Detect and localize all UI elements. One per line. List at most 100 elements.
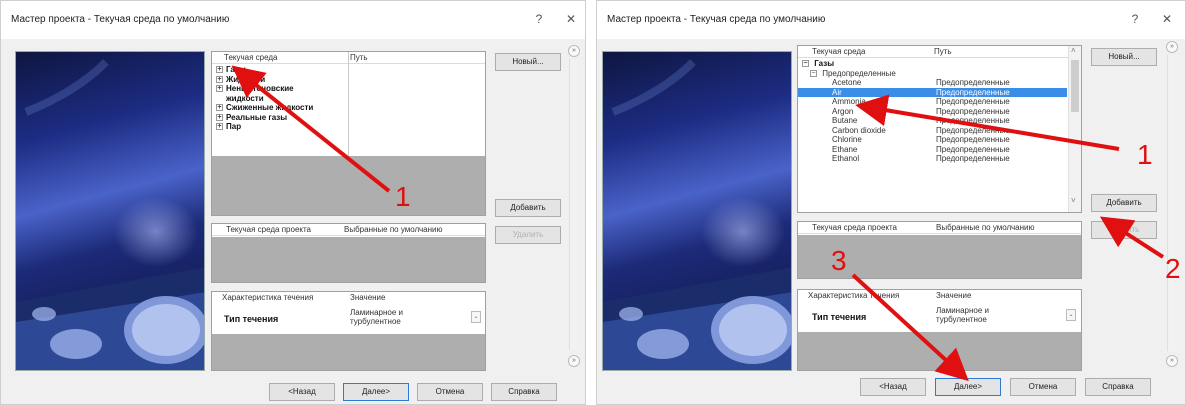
- gas-list-item[interactable]: Butane Предопределенные: [798, 116, 1081, 126]
- remove-fluid-button[interactable]: Удалить: [1091, 221, 1157, 239]
- title-bar: Мастер проекта - Текучая среда по умолча…: [597, 1, 1185, 39]
- flow-type-row[interactable]: Тип течения Ламинарное и турбулентное: [798, 302, 1081, 332]
- expand-plus-icon[interactable]: +: [216, 123, 223, 131]
- gas-list-item[interactable]: Ethane Предопределенные: [798, 145, 1081, 155]
- flow-empty-area: [212, 334, 485, 370]
- flow-type-value: турбулентное: [936, 315, 987, 324]
- gas-path: Предопределенные: [936, 97, 1010, 106]
- project-fluids-list[interactable]: Текучая среда проекта Выбранные по умолч…: [211, 223, 486, 283]
- step-marker: 3: [831, 245, 847, 276]
- column-fluid: Текучая среда: [224, 53, 278, 62]
- flow-header: Характеристика течения Значение: [798, 290, 1081, 302]
- flow-characteristics-grid[interactable]: Характеристика течения Значение Тип тече…: [211, 291, 486, 371]
- add-fluid-button[interactable]: Добавить: [1091, 194, 1157, 212]
- scroll-down-icon[interactable]: ˅: [1071, 196, 1076, 205]
- column-value: Значение: [936, 291, 972, 300]
- expand-plus-icon[interactable]: +: [216, 85, 223, 93]
- collapse-minus-icon[interactable]: −: [802, 60, 809, 68]
- gas-name: Ammonia: [832, 97, 866, 106]
- gas-list-item[interactable]: Chlorine Предопределенные: [798, 135, 1081, 145]
- flow-type-label: Тип течения: [224, 314, 279, 324]
- close-icon[interactable]: ✕: [1159, 12, 1175, 26]
- gas-path: Предопределенные: [936, 144, 1010, 154]
- next-button[interactable]: Далее>: [935, 378, 1001, 396]
- gas-name: Carbon dioxide: [832, 125, 886, 135]
- column-characteristic: Характеристика течения: [808, 291, 900, 300]
- expand-plus-icon[interactable]: +: [216, 75, 223, 83]
- flow-type-row[interactable]: Тип течения Ламинарное и турбулентное: [212, 304, 485, 334]
- flow-type-value: Ламинарное и: [350, 308, 403, 317]
- scroll-thumb[interactable]: [1071, 60, 1079, 112]
- column-project-fluid: Текучая среда проекта: [812, 223, 898, 232]
- flow-type-value: Ламинарное и: [936, 306, 989, 315]
- flow-characteristics-grid[interactable]: Характеристика течения Значение Тип тече…: [797, 289, 1082, 371]
- screenshot-stage: Мастер проекта - Текучая среда по умолча…: [0, 0, 1186, 405]
- column-default: Выбранные по умолчанию: [936, 223, 1035, 232]
- cancel-button[interactable]: Отмена: [417, 383, 483, 401]
- cancel-button[interactable]: Отмена: [1010, 378, 1076, 396]
- side-scrollbar[interactable]: [1167, 55, 1175, 351]
- gas-list-item[interactable]: Ethanol Предопределенные: [798, 154, 1081, 164]
- tree-header: Текучая среда Путь: [798, 46, 1081, 58]
- help-icon[interactable]: ?: [1127, 12, 1143, 26]
- help-icon[interactable]: ?: [531, 12, 547, 26]
- gas-path: Предопределенные: [936, 125, 1010, 135]
- project-fluids-empty-area: [212, 237, 485, 282]
- gas-list-item[interactable]: Carbon dioxide Предопределенные: [798, 126, 1081, 136]
- scroll-up-icon[interactable]: ˄: [1071, 46, 1076, 55]
- help-button[interactable]: Справка: [1085, 378, 1151, 396]
- flow-type-label: Тип течения: [812, 312, 867, 322]
- project-fluids-header: Текучая среда проекта Выбранные по умолч…: [798, 222, 1081, 234]
- back-button[interactable]: <Назад: [860, 378, 926, 396]
- step-marker: 1: [1137, 139, 1153, 170]
- gas-path: Предопределенные: [936, 154, 1010, 163]
- dropdown-chevron-icon[interactable]: ⌄: [471, 311, 481, 323]
- next-button[interactable]: Далее>: [343, 383, 409, 401]
- gas-name: Acetone: [832, 78, 862, 87]
- title-bar: Мастер проекта - Текучая среда по умолча…: [1, 1, 585, 39]
- column-project-fluid: Текучая среда проекта: [226, 225, 312, 234]
- tree-item-label: Сжиженные жидкости: [226, 103, 314, 112]
- collapse-panel-icon[interactable]: »: [568, 45, 580, 57]
- tree-scrollbar[interactable]: ˄ ˅: [1068, 46, 1081, 212]
- tree-item-label: Газы: [226, 65, 246, 74]
- gas-list-item[interactable]: Acetone Предопределенные: [798, 78, 1081, 88]
- step-marker: 2: [1165, 253, 1181, 284]
- tree-group-predefined[interactable]: − Предопределенные: [798, 69, 1081, 79]
- remove-fluid-button[interactable]: Удалить: [495, 226, 561, 244]
- close-icon[interactable]: ✕: [563, 12, 579, 26]
- collapse-panel-icon[interactable]: »: [1166, 355, 1178, 367]
- dropdown-chevron-icon[interactable]: ⌄: [1066, 309, 1076, 321]
- help-button[interactable]: Справка: [491, 383, 557, 401]
- flow-header: Характеристика течения Значение: [212, 292, 485, 304]
- add-fluid-button[interactable]: Добавить: [495, 199, 561, 217]
- fluid-environment-tree[interactable]: Текучая среда Путь + Газы + Жидкости + Неньют…: [211, 51, 486, 216]
- side-scrollbar[interactable]: [569, 59, 577, 349]
- new-fluid-button[interactable]: Новый...: [495, 53, 561, 71]
- column-path: Путь: [934, 47, 952, 56]
- expand-plus-icon[interactable]: +: [216, 104, 223, 112]
- collapse-minus-icon[interactable]: −: [810, 69, 817, 77]
- gas-name: Argon: [832, 106, 854, 116]
- back-button[interactable]: <Назад: [269, 383, 335, 401]
- fluid-environment-tree[interactable]: Текучая среда Путь − Газы − Предопределе…: [797, 45, 1082, 213]
- tree-empty-area: [212, 156, 485, 215]
- wizard-illustration: [15, 51, 205, 371]
- gas-name: Ethanol: [832, 154, 860, 163]
- tree-item-label: Пар: [226, 122, 242, 131]
- window-title: Мастер проекта - Текучая среда по умолча…: [11, 14, 230, 25]
- gas-list-item[interactable]: Argon Предопределенные: [798, 107, 1081, 117]
- expand-plus-icon[interactable]: +: [216, 66, 223, 74]
- gas-list-item[interactable]: Air Предопределенные: [798, 87, 1081, 97]
- new-fluid-button[interactable]: Новый...: [1091, 48, 1157, 66]
- gas-name: Butane: [832, 116, 858, 125]
- collapse-panel-icon[interactable]: »: [1166, 41, 1178, 53]
- expand-plus-icon[interactable]: +: [216, 113, 223, 121]
- collapse-panel-icon[interactable]: »: [568, 355, 580, 367]
- water-drop-illustration: [16, 59, 204, 370]
- wizard-dialog-right: Мастер проекта - Текучая среда по умолча…: [596, 0, 1186, 405]
- tree-group-gases[interactable]: − Газы: [798, 59, 1081, 69]
- tree-item-label: Реальные газы: [226, 112, 288, 122]
- column-value: Значение: [350, 293, 386, 302]
- gas-list-item[interactable]: Ammonia Предопределенные: [798, 97, 1081, 107]
